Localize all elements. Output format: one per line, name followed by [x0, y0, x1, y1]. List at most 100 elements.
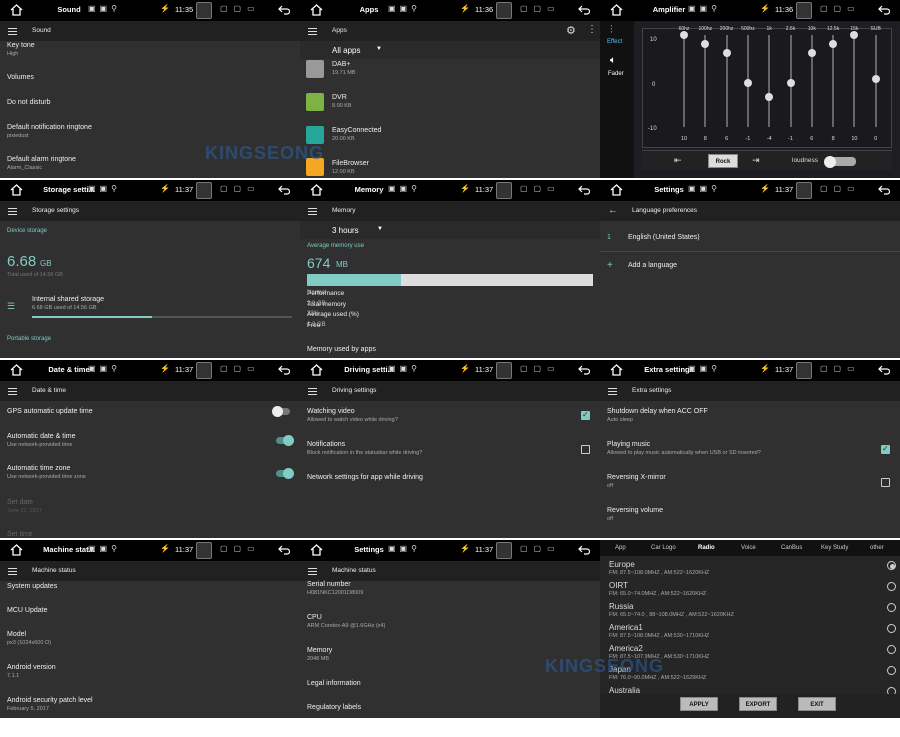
memory-apps-item[interactable]: Memory used by apps	[307, 346, 376, 353]
eq-slider-knob[interactable]	[680, 31, 688, 39]
eq-slider[interactable]	[743, 35, 752, 127]
setting-item[interactable]: Memory 2048 MB	[307, 647, 332, 662]
tab-radio[interactable]: Radio	[698, 545, 715, 551]
home-icon[interactable]	[310, 364, 323, 376]
home-icon[interactable]	[310, 544, 323, 556]
region-name[interactable]: OIRT	[609, 581, 628, 590]
tab-canbus[interactable]: CanBus	[781, 545, 802, 551]
menu-icon[interactable]	[8, 568, 17, 575]
region-name[interactable]: Europe	[609, 560, 635, 569]
recent-apps-icon[interactable]	[796, 2, 812, 19]
back-icon[interactable]	[578, 5, 590, 15]
auto-date-toggle[interactable]	[276, 435, 294, 446]
eq-slider-knob[interactable]	[871, 75, 880, 83]
setting-item[interactable]: GPS automatic update time	[7, 408, 93, 415]
period-bar[interactable]: 3 hours ▼	[300, 221, 600, 239]
region-radio[interactable]	[887, 603, 896, 612]
home-icon[interactable]	[10, 364, 23, 376]
overflow-menu-icon[interactable]: ⋮	[587, 24, 597, 35]
setting-item[interactable]: MCU Update	[7, 607, 47, 614]
period-dropdown[interactable]: 3 hours	[332, 226, 359, 235]
tab-voice[interactable]: Voice	[741, 545, 756, 551]
back-icon[interactable]	[878, 185, 890, 195]
export-button[interactable]: EXPORT	[739, 697, 777, 711]
app-item[interactable]: EasyConnected 20.00 KB	[332, 127, 381, 142]
region-name[interactable]: America2	[609, 644, 643, 653]
menu-icon[interactable]	[8, 28, 17, 35]
recent-apps-icon[interactable]	[796, 362, 812, 379]
eq-slider[interactable]	[829, 35, 838, 127]
filter-dropdown[interactable]: All apps	[332, 46, 360, 55]
home-icon[interactable]	[10, 184, 23, 196]
preset-button[interactable]: Rock	[708, 154, 738, 168]
setting-item[interactable]: Automatic time zone Use network-provided …	[7, 465, 86, 480]
system-icons[interactable]: ▢▢▭	[820, 4, 861, 13]
eq-slider-knob[interactable]	[829, 39, 838, 48]
recent-apps-icon[interactable]	[496, 182, 512, 199]
system-icons[interactable]: ▢▢▭	[220, 4, 261, 13]
back-icon[interactable]	[278, 5, 290, 15]
recent-apps-icon[interactable]	[496, 2, 512, 19]
region-radio[interactable]	[887, 624, 896, 633]
eq-slider[interactable]	[850, 31, 859, 127]
system-icons[interactable]: ▢▢▭	[520, 184, 561, 193]
setting-item[interactable]: Model px3 (1024x600 O)	[7, 631, 51, 646]
menu-icon[interactable]	[308, 568, 317, 575]
next-preset-icon[interactable]: ⇥	[752, 155, 760, 166]
back-icon[interactable]	[878, 365, 890, 375]
setting-item[interactable]: System updates	[7, 583, 57, 590]
setting-item[interactable]: Legal information	[307, 680, 361, 687]
back-icon[interactable]	[278, 365, 290, 375]
back-icon[interactable]	[878, 5, 890, 15]
system-icons[interactable]: ▢▢▭	[220, 544, 261, 553]
recent-apps-icon[interactable]	[496, 362, 512, 379]
exit-button[interactable]: EXIT	[798, 697, 836, 711]
eq-slider-knob[interactable]	[786, 79, 795, 88]
setting-item[interactable]: Do not disturb	[7, 99, 51, 106]
region-radio[interactable]	[887, 645, 896, 654]
home-icon[interactable]	[610, 184, 623, 196]
eq-slider[interactable]	[765, 35, 774, 127]
eq-slider[interactable]	[786, 35, 795, 127]
region-radio[interactable]	[887, 666, 896, 675]
tab-other[interactable]: other	[870, 545, 884, 551]
setting-item[interactable]: Network settings for app while driving	[307, 474, 423, 481]
back-icon[interactable]	[578, 545, 590, 555]
menu-icon[interactable]	[608, 388, 617, 395]
system-icons[interactable]: ▢▢▭	[520, 364, 561, 373]
region-name[interactable]: Russia	[609, 602, 633, 611]
recent-apps-icon[interactable]	[796, 182, 812, 199]
prev-preset-icon[interactable]: ⇤	[674, 155, 682, 166]
eq-slider-knob[interactable]	[722, 48, 731, 57]
setting-item[interactable]: Key tone High	[7, 42, 35, 57]
watch-video-checkbox[interactable]	[581, 410, 590, 420]
recent-apps-icon[interactable]	[196, 362, 212, 379]
menu-icon[interactable]	[8, 208, 17, 215]
tab-key-study[interactable]: Key Study	[821, 545, 848, 551]
speaker-icon[interactable]: 🔈︎	[610, 55, 616, 66]
system-icons[interactable]: ▢▢▭	[820, 184, 861, 193]
home-icon[interactable]	[310, 4, 323, 16]
system-icons[interactable]: ▢▢▭	[520, 4, 561, 13]
eq-slider[interactable]	[871, 35, 880, 127]
setting-item[interactable]: Watching video Allowed to watch video whi…	[307, 408, 398, 423]
setting-item[interactable]: Android version 7.1.1	[7, 664, 56, 679]
home-icon[interactable]	[10, 544, 23, 556]
filter-bar[interactable]: All apps ▼	[300, 41, 600, 59]
loudness-toggle[interactable]	[824, 155, 856, 168]
setting-item[interactable]: Serial number H081NKC12001D8009	[307, 581, 363, 596]
recent-apps-icon[interactable]	[196, 542, 212, 559]
add-language-item[interactable]: Add a language	[628, 262, 677, 269]
eq-slider-knob[interactable]	[807, 48, 816, 57]
fader-tab[interactable]: Fader	[608, 71, 624, 77]
setting-item[interactable]: Playing music Allowed to play music autom…	[607, 441, 761, 456]
back-icon[interactable]	[278, 545, 290, 555]
effect-tab[interactable]: Effect	[607, 39, 622, 45]
setting-item[interactable]: Android security patch level February 5, …	[7, 697, 93, 712]
setting-item[interactable]: Volumes	[7, 74, 34, 81]
notifications-checkbox[interactable]	[581, 445, 590, 454]
setting-item[interactable]: Shutdown delay when ACC OFF Auto sleep	[607, 408, 708, 423]
setting-item[interactable]: Default notification ringtone pixiedust	[7, 124, 92, 139]
equalizer-icon[interactable]: ⫶	[610, 24, 613, 37]
home-icon[interactable]	[610, 364, 623, 376]
